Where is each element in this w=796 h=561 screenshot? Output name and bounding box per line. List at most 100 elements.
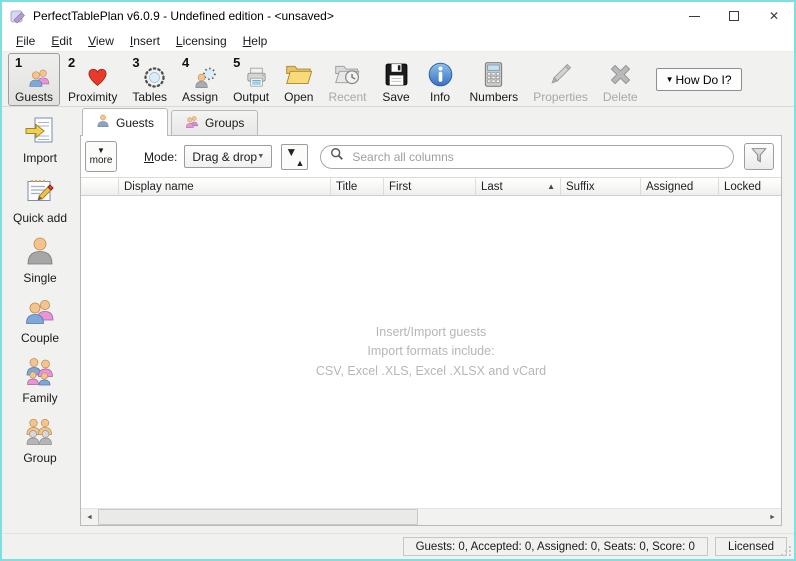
info-icon (426, 56, 455, 89)
tab-groups[interactable]: Groups (171, 110, 258, 135)
sidebar-item-couple[interactable]: Couple (21, 295, 59, 345)
sidebar-item-single[interactable]: Single (23, 235, 56, 285)
sort-order-button[interactable]: ▼ ▲ (281, 144, 308, 170)
guest-summary-panel: Guests: 0, Accepted: 0, Assigned: 0, Sea… (403, 537, 708, 556)
groups-people-icon (185, 115, 199, 132)
scrollbar-thumb[interactable] (98, 509, 418, 525)
dropdown-arrow-icon: ▼ (257, 153, 264, 160)
tab-guests[interactable]: Guests (82, 108, 168, 136)
group-icon (24, 415, 56, 450)
menu-file[interactable]: File (8, 31, 43, 51)
toolbar-button-proximity[interactable]: 2 Proximity (61, 53, 124, 106)
menu-view[interactable]: View (80, 31, 122, 51)
status-bar: Guests: 0, Accepted: 0, Assigned: 0, Sea… (2, 533, 794, 559)
stage-number-2: 2 (68, 55, 75, 70)
toolbar-button-tables[interactable]: 3 Tables (125, 53, 174, 106)
main-area: Import Quick add Single Couple (2, 107, 794, 533)
save-icon (382, 56, 411, 89)
quick-add-icon (24, 175, 56, 210)
column-header-suffix[interactable]: Suffix (561, 178, 641, 195)
empty-state-line: Import formats include: (367, 342, 494, 361)
scrollbar-track[interactable] (98, 509, 764, 525)
dropdown-arrow-icon: ▼ (666, 75, 674, 84)
menu-edit[interactable]: Edit (43, 31, 80, 51)
tab-bar: Guests Groups (80, 107, 782, 135)
sort-descending-icon: ▼ (285, 145, 297, 159)
menu-insert[interactable]: Insert (122, 31, 168, 51)
mode-dropdown-value: Drag & drop (192, 150, 257, 164)
toolbar-button-numbers[interactable]: Numbers (463, 53, 526, 106)
open-folder-icon (284, 56, 313, 89)
toolbar-button-output[interactable]: 5 Output (226, 53, 276, 106)
license-status-panel: Licensed (715, 537, 787, 556)
toolbar-button-assign[interactable]: 4 Assign (175, 53, 225, 106)
toolbar-button-guests[interactable]: 1 Guests (8, 53, 60, 106)
column-header-title[interactable]: Title (331, 178, 384, 195)
column-header-locked[interactable]: Locked (719, 178, 781, 195)
import-icon (24, 115, 56, 150)
maximize-icon (729, 11, 739, 21)
search-input[interactable] (350, 149, 727, 165)
heart-icon (76, 56, 109, 89)
column-header-last[interactable]: Last▲ (476, 178, 561, 195)
content-area: Guests Groups ▼ more Mode: (78, 107, 794, 533)
sort-ascending-icon: ▲ (295, 158, 304, 168)
stage-number-1: 1 (15, 55, 22, 70)
sidebar-item-family[interactable]: Family (22, 355, 57, 405)
sort-up-icon: ▲ (547, 182, 555, 191)
title-bar: PerfectTablePlan v6.0.9 - Undefined edit… (2, 2, 794, 30)
sidebar-item-import[interactable]: Import (23, 115, 57, 165)
more-button[interactable]: ▼ more (85, 141, 117, 172)
sidebar-item-quick-add[interactable]: Quick add (13, 175, 67, 225)
empty-state-line: CSV, Excel .XLS, Excel .XLSX and vCard (316, 362, 546, 381)
maximize-button[interactable] (714, 2, 754, 30)
how-do-i-button[interactable]: ▼ How Do I? (656, 68, 742, 91)
toolbar-button-save[interactable]: Save (375, 53, 418, 106)
column-header-first[interactable]: First (384, 178, 476, 195)
delete-x-icon (606, 56, 635, 89)
chevron-down-icon: ▼ (97, 147, 105, 156)
family-icon (24, 355, 56, 390)
scroll-right-icon: ► (769, 514, 776, 521)
menu-help[interactable]: Help (235, 31, 276, 51)
calculator-icon (479, 56, 508, 89)
toolbar-button-info[interactable]: Info (419, 53, 462, 106)
filter-button[interactable] (744, 143, 774, 170)
pencil-icon (546, 56, 575, 89)
search-box (320, 145, 734, 169)
mode-row: ▼ more Mode: Drag & drop ▼ ▼ ▲ (81, 136, 781, 177)
scroll-right-button[interactable]: ► (764, 509, 781, 525)
toolbar-button-properties[interactable]: Properties (526, 53, 595, 106)
stage-number-4: 4 (182, 55, 189, 70)
close-button[interactable]: ✕ (754, 2, 794, 30)
mode-dropdown[interactable]: Drag & drop ▼ (184, 145, 272, 168)
funnel-icon (750, 146, 768, 167)
mode-label: Mode: (144, 150, 177, 164)
couple-icon (24, 295, 56, 330)
column-header-assigned[interactable]: Assigned (641, 178, 719, 195)
window-title: PerfectTablePlan v6.0.9 - Undefined edit… (33, 9, 334, 23)
stage-number-5: 5 (233, 55, 240, 70)
scroll-left-button[interactable]: ◄ (81, 509, 98, 525)
toolbar-button-recent[interactable]: Recent (321, 53, 373, 106)
search-icon (330, 147, 344, 166)
empty-state-line: Insert/Import guests (376, 323, 486, 342)
guest-table-header: Display name Title First Last▲ Suffix As… (81, 177, 781, 196)
guests-panel: ▼ more Mode: Drag & drop ▼ ▼ ▲ (80, 135, 782, 526)
scroll-left-icon: ◄ (86, 514, 93, 521)
column-header-selector[interactable] (81, 178, 119, 195)
resize-grip[interactable] (789, 554, 791, 556)
horizontal-scrollbar: ◄ ► (81, 508, 781, 525)
minimize-button[interactable] (674, 2, 714, 30)
window-controls: ✕ (674, 2, 794, 30)
column-header-display-name[interactable]: Display name (119, 178, 331, 195)
sidebar-item-group[interactable]: Group (23, 415, 56, 465)
app-window: PerfectTablePlan v6.0.9 - Undefined edit… (0, 0, 796, 561)
menu-bar: File Edit View Insert Licensing Help (2, 30, 794, 52)
toolbar-button-delete[interactable]: Delete (596, 53, 645, 106)
menu-licensing[interactable]: Licensing (168, 31, 235, 51)
toolbar-button-open[interactable]: Open (277, 53, 320, 106)
insert-sidebar: Import Quick add Single Couple (2, 107, 78, 533)
close-icon: ✕ (769, 9, 779, 23)
main-toolbar: 1 Guests 2 Proximity 3 Tables 4 A (2, 52, 794, 107)
